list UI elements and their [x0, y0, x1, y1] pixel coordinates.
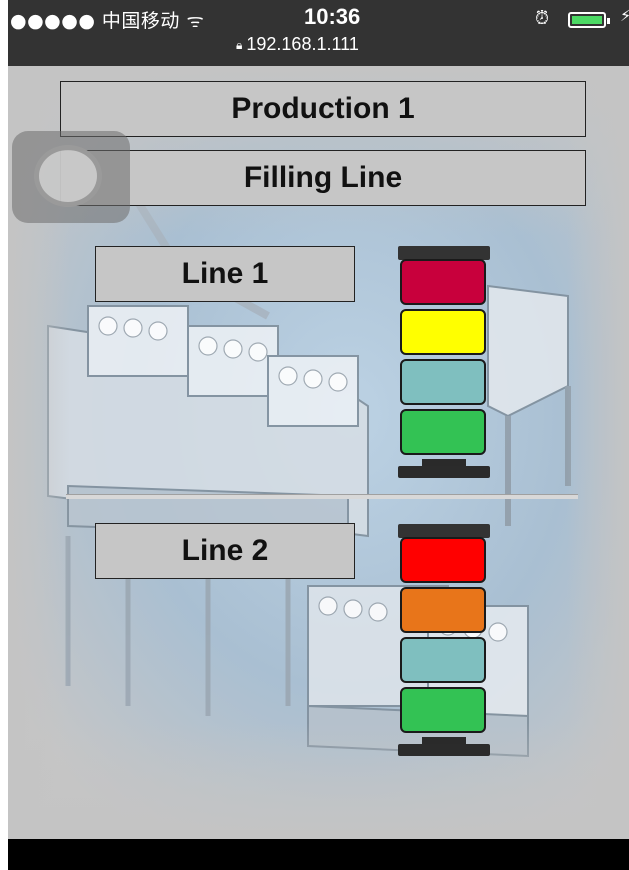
url-text: 192.168.1.111: [246, 34, 359, 54]
line-2-light-4: [400, 687, 486, 733]
battery-icon: [568, 12, 610, 28]
line-1-light-1: [400, 259, 486, 305]
carrier-signal: ●●●●● 中国移动 ᯤ: [10, 10, 205, 32]
status-bar: ●●●●● 中国移动 ᯤ 10:36 🔒︎ 192.168.1.111 ⏰︎ ⚡︎: [8, 0, 629, 66]
clock-time: 10:36: [304, 4, 361, 29]
filling-line-title: Filling Line: [60, 150, 586, 206]
lock-icon: 🔒︎: [236, 38, 243, 52]
assistive-touch-icon: [34, 145, 102, 207]
charging-bolt-icon: ⚡︎: [620, 8, 629, 25]
line-2-light-2: [400, 587, 486, 633]
line-1-light-3: [400, 359, 486, 405]
line-2-label[interactable]: Line 2: [95, 523, 355, 579]
line-1-label[interactable]: Line 1: [95, 246, 355, 302]
assistive-touch-button[interactable]: [12, 131, 130, 223]
tower-cap: [398, 524, 490, 538]
tower-cap: [398, 246, 490, 260]
tower-base: [398, 744, 490, 756]
line-1-light-2: [400, 309, 486, 355]
line-1-light-4: [400, 409, 486, 455]
alarm-clock-icon: ⏰︎: [535, 8, 550, 28]
production-title: Production 1: [60, 81, 586, 137]
section-divider: [66, 494, 578, 499]
line-2-light-3: [400, 637, 486, 683]
tower-base: [398, 466, 490, 478]
line-2-light-1: [400, 537, 486, 583]
url-bar[interactable]: 🔒︎ 192.168.1.111: [236, 34, 359, 55]
browser-toolbar: [8, 839, 629, 870]
